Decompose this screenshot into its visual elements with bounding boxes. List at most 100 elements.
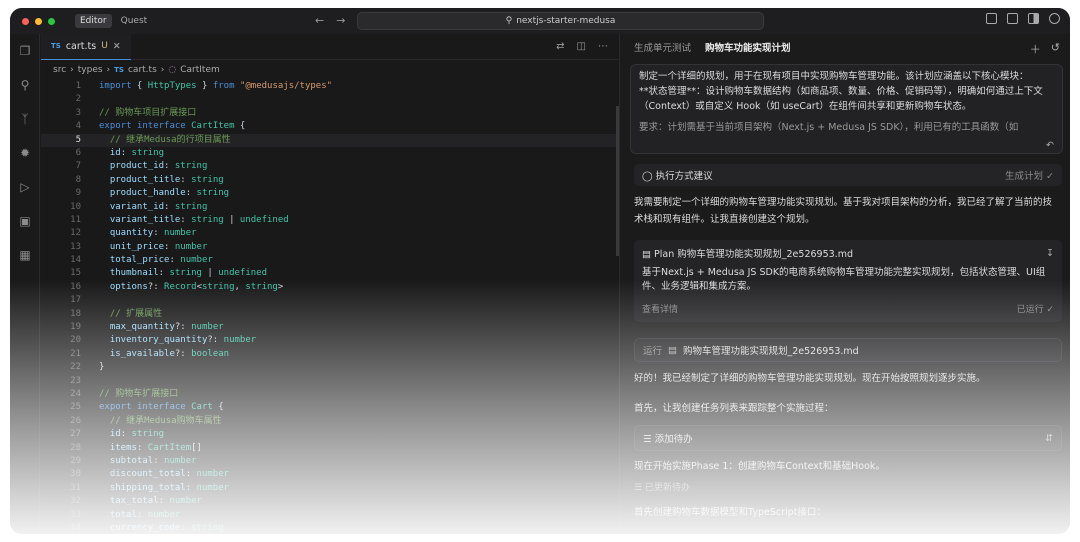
- toggle-sidebar-icon[interactable]: [986, 13, 997, 24]
- code-line[interactable]: 24 // 购物车扩展接口: [41, 388, 618, 401]
- code-line[interactable]: 29 subtotal: number: [41, 455, 618, 468]
- toggle-panel-icon[interactable]: [1007, 13, 1018, 24]
- code-line[interactable]: 23: [41, 375, 618, 388]
- check-icon: ✓: [1046, 305, 1054, 315]
- breadcrumb-item[interactable]: types: [78, 65, 103, 75]
- todo-card[interactable]: ☰ 添加待办 ⇵: [634, 425, 1062, 451]
- forward-arrow-icon[interactable]: →: [336, 14, 345, 27]
- breadcrumb-item[interactable]: cart.ts: [128, 65, 157, 75]
- editor-tab-cart-ts[interactable]: TS cart.ts U ✕: [41, 33, 131, 60]
- breadcrumb-item[interactable]: src: [53, 65, 66, 75]
- remote-explorer-icon[interactable]: ▣: [18, 214, 32, 228]
- line-text: id: string: [109, 429, 165, 440]
- code-line[interactable]: 15 thumbnail: string | undefined: [41, 267, 618, 280]
- line-text: // 扩展属性: [99, 308, 163, 319]
- code-line[interactable]: 2: [41, 93, 618, 106]
- search-icon[interactable]: ⚲: [18, 78, 32, 92]
- mode-editor-tab[interactable]: Editor: [75, 14, 112, 28]
- expand-icon[interactable]: ⇵: [1045, 433, 1053, 444]
- back-arrow-icon[interactable]: ←: [315, 14, 324, 27]
- code-line[interactable]: 10 variant_id: string: [41, 201, 618, 214]
- extensions-icon[interactable]: ▦: [18, 248, 32, 262]
- close-window-button[interactable]: [22, 17, 29, 25]
- code-lines[interactable]: 1 import { HttpTypes } from "@medusajs/ty…: [41, 80, 618, 534]
- line-number: 26: [70, 415, 81, 426]
- prompt-line: **状态管理**：设计购物车数据结构（如商品项、数量、价格、促销码等），明确如何…: [639, 86, 1043, 97]
- typescript-file-icon: TS: [51, 42, 61, 50]
- code-line[interactable]: 12 quantity: number: [41, 227, 618, 240]
- code-line[interactable]: 28 items: CartItem[]: [41, 442, 618, 455]
- toggle-secondary-sidebar-icon[interactable]: [1028, 13, 1039, 24]
- line-number: 2: [75, 94, 81, 105]
- code-line[interactable]: 13 unit_price: number: [41, 241, 618, 254]
- status-text: 已运行: [1016, 305, 1044, 315]
- split-editor-icon[interactable]: ◫: [577, 41, 586, 52]
- code-line[interactable]: 26 // 继承Medusa购物车属性: [41, 415, 618, 428]
- code-line[interactable]: 11 variant_title: string | undefined: [41, 214, 618, 227]
- source-control-icon[interactable]: ᛉ: [18, 112, 32, 126]
- code-line[interactable]: 5 // 继承Medusa的行项目属性: [41, 133, 618, 147]
- line-number: 13: [70, 241, 81, 252]
- code-line[interactable]: 34 currency_code: string: [41, 522, 618, 534]
- line-number: 20: [70, 335, 81, 346]
- interface-symbol-icon: ◌: [168, 65, 177, 75]
- undo-icon[interactable]: ↶: [1046, 138, 1054, 153]
- code-line[interactable]: 20 inventory_quantity?: number: [41, 334, 618, 347]
- code-line[interactable]: 18 // 扩展属性: [41, 308, 618, 321]
- execution-suggestion[interactable]: ◯ 执行方式建议 生成计划 ✓: [634, 164, 1062, 186]
- line-number: 14: [70, 255, 81, 266]
- code-line[interactable]: 16 options?: Record<string, string>: [41, 281, 618, 294]
- command-search-bar[interactable]: ⚲ nextjs-starter-medusa: [357, 12, 764, 30]
- line-number: 29: [70, 455, 81, 466]
- history-icon[interactable]: ↺: [1051, 41, 1060, 57]
- code-line[interactable]: 14 total_price: number: [41, 254, 618, 267]
- code-line[interactable]: 19 max_quantity?: number: [41, 321, 618, 334]
- mode-quest-tab[interactable]: Quest: [116, 14, 153, 28]
- account-icon[interactable]: [1049, 13, 1060, 24]
- compare-icon[interactable]: ⇄: [556, 41, 564, 52]
- code-line[interactable]: 6 id: string: [41, 147, 618, 160]
- code-line[interactable]: 21 is_available?: boolean: [41, 348, 618, 361]
- code-line[interactable]: 30 discount_total: number: [41, 468, 618, 481]
- tab-unit-test[interactable]: 生成单元测试: [634, 40, 691, 54]
- code-line[interactable]: 32 tax_total: number: [41, 495, 618, 508]
- code-line[interactable]: 7 product_id: string: [41, 160, 618, 173]
- tab-cart-plan[interactable]: 购物车功能实现计划: [705, 40, 791, 54]
- run-icon[interactable]: ▷: [18, 180, 32, 194]
- line-number: 7: [75, 161, 81, 172]
- new-chat-icon[interactable]: ＋: [1030, 41, 1041, 57]
- line-text: export interface CartItem {: [99, 121, 246, 132]
- line-text: max_quantity?: number: [109, 322, 224, 333]
- code-line[interactable]: 3 // 购物车项目扩展接口: [41, 107, 618, 120]
- run-plan-card[interactable]: 运行 ▤ 购物车管理功能实现规划_2e526953.md: [634, 338, 1062, 362]
- view-details-link[interactable]: 查看详情: [642, 302, 678, 315]
- debug-icon[interactable]: ✹: [18, 146, 32, 160]
- code-line[interactable]: 8 product_title: string: [41, 174, 618, 187]
- breadcrumb-item[interactable]: CartItem: [180, 65, 220, 75]
- code-line[interactable]: 25 export interface Cart {: [41, 401, 618, 414]
- code-line[interactable]: 27 id: string: [41, 428, 618, 441]
- line-number: 4: [75, 121, 81, 132]
- close-tab-icon[interactable]: ✕: [113, 41, 121, 52]
- explorer-icon[interactable]: ❐: [18, 44, 32, 58]
- assistant-reply: 我需要制定一个详细的购物车管理功能实现规划。基于我对项目架构的分析，我已经了解了…: [634, 197, 1053, 225]
- code-line[interactable]: 17: [41, 294, 618, 307]
- code-line[interactable]: 1 import { HttpTypes } from "@medusajs/ty…: [41, 80, 618, 93]
- run-filename: 购物车管理功能实现规划_2e526953.md: [683, 346, 859, 357]
- minimize-window-button[interactable]: [35, 17, 42, 25]
- code-line[interactable]: 22}: [41, 361, 618, 374]
- line-number: 17: [70, 295, 81, 306]
- user-prompt-box[interactable]: 制定一个详细的规划，用于在现有项目中实现购物车管理功能。该计划应涵盖以下核心模块…: [630, 64, 1063, 154]
- plan-file-card[interactable]: ▤ Plan 购物车管理功能实现规划_2e526953.md ↧ 基于Next.…: [634, 240, 1062, 322]
- code-line[interactable]: 9 product_handle: string: [41, 187, 618, 200]
- plan-run-status: 已运行 ✓: [1017, 302, 1054, 315]
- typescript-file-icon: TS: [114, 66, 124, 74]
- code-line[interactable]: 33 total: number: [41, 509, 618, 522]
- code-line[interactable]: 4 export interface CartItem {: [41, 120, 618, 133]
- maximize-window-button[interactable]: [48, 17, 55, 25]
- git-status-badge: U: [101, 41, 108, 51]
- download-icon[interactable]: ↧: [1046, 248, 1054, 259]
- more-actions-icon[interactable]: ⋯: [598, 41, 608, 52]
- code-line[interactable]: 31 shipping_total: number: [41, 482, 618, 495]
- line-number: 27: [70, 429, 81, 440]
